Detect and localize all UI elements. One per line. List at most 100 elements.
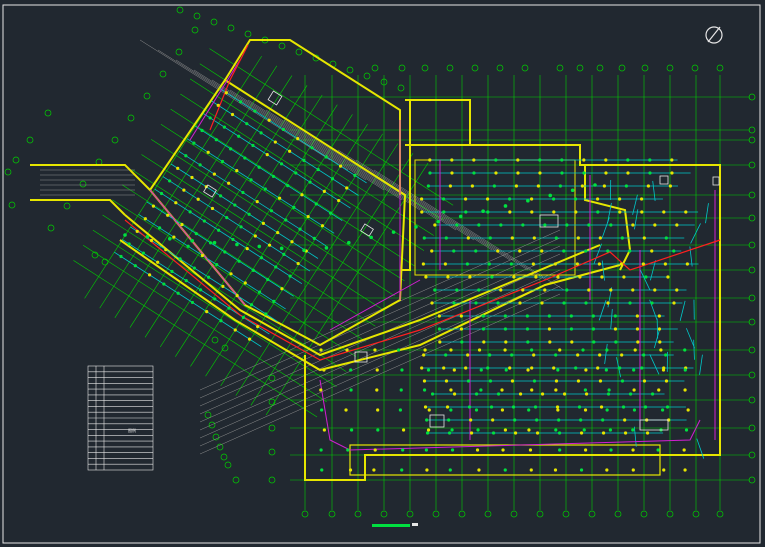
sprinkler-head: [626, 171, 630, 175]
sprinkler-head: [510, 236, 514, 240]
sprinkler-head: [646, 184, 650, 188]
sprinkler-head: [192, 266, 196, 270]
sprinkler-head: [543, 223, 547, 227]
sprinkler-head: [503, 468, 507, 472]
sprinkler-head: [213, 297, 217, 301]
sprinkler-head: [626, 158, 630, 162]
sprinkler-head: [449, 348, 453, 352]
sprinkler-head: [272, 299, 276, 303]
sprinkler-head: [476, 428, 480, 432]
sprinkler-head: [569, 327, 574, 331]
sprinkler-head: [469, 431, 474, 435]
sprinkler-head: [158, 226, 162, 230]
sprinkler-head: [259, 256, 264, 260]
sprinkler-head: [422, 388, 427, 392]
sprinkler-head: [657, 314, 661, 318]
sprinkler-head: [348, 468, 353, 472]
sprinkler-head: [194, 232, 198, 236]
sprinkler-head: [659, 348, 663, 352]
sprinkler-head: [491, 418, 495, 422]
sprinkler-head: [632, 368, 636, 372]
sprinkler-head: [665, 405, 670, 409]
sprinkler-head: [645, 431, 650, 435]
sprinkler-head: [243, 156, 247, 160]
sprinkler-head: [635, 327, 640, 331]
sprinkler-head: [479, 368, 483, 372]
sprinkler-head: [509, 262, 513, 266]
sprinkler-head: [251, 268, 255, 272]
sprinkler-head: [474, 408, 479, 412]
sprinkler-head: [245, 122, 249, 126]
sprinkler-head: [499, 223, 503, 227]
sprinkler-head: [425, 418, 429, 422]
sprinkler-head: [237, 259, 241, 263]
sprinkler-head: [554, 428, 558, 432]
sprinkler-head: [576, 379, 581, 383]
sprinkler-head: [675, 223, 679, 227]
sprinkler-head: [485, 197, 490, 201]
sprinkler-head: [661, 368, 666, 372]
sprinkler-head: [628, 392, 633, 396]
sprinkler-head: [235, 293, 239, 298]
sprinkler-head: [518, 392, 523, 396]
sprinkler-head: [609, 288, 613, 292]
sprinkler-head: [391, 230, 396, 234]
sprinkler-head: [212, 172, 216, 176]
sprinkler-head: [582, 428, 586, 432]
sprinkler-head: [529, 197, 534, 201]
sprinkler-head: [227, 181, 231, 185]
sprinkler-head: [496, 249, 500, 253]
sprinkler-head: [376, 428, 380, 432]
sprinkler-head: [430, 301, 434, 305]
sprinkler-head: [683, 468, 687, 472]
sprinkler-head: [444, 236, 448, 240]
sprinkler-head: [466, 236, 470, 240]
cad-viewport[interactable]: 图例: [0, 0, 765, 547]
sprinkler-head: [575, 262, 579, 266]
sprinkler-head: [663, 262, 667, 266]
sprinkler-head: [662, 210, 666, 214]
sprinkler-head: [170, 269, 174, 274]
sprinkler-head: [553, 468, 558, 472]
sprinkler-head: [455, 223, 459, 227]
sprinkler-head: [369, 235, 373, 240]
sprinkler-head: [437, 327, 442, 331]
sprinkler-head: [609, 223, 613, 227]
sprinkler-head: [200, 128, 204, 133]
sprinkler-head: [466, 379, 471, 383]
sprinkler-head: [324, 246, 329, 250]
sprinkler-head: [633, 348, 637, 352]
sprinkler-head: [249, 178, 253, 182]
sprinkler-head: [514, 184, 518, 188]
sprinkler-head: [205, 310, 209, 314]
sprinkler-head: [503, 327, 508, 331]
sprinkler-head: [288, 149, 292, 153]
sprinkler-head: [345, 186, 349, 190]
sprinkler-head: [668, 184, 672, 188]
sprinkler-head: [518, 249, 522, 253]
sprinkler-head: [490, 275, 494, 279]
sprinkler-head: [530, 366, 534, 370]
sprinkler-head: [397, 348, 401, 352]
sprinkler-head: [620, 236, 624, 240]
sprinkler-head: [172, 235, 176, 239]
sprinkler-head: [582, 158, 586, 162]
sprinkler-head: [249, 303, 254, 307]
sprinkler-head: [320, 408, 324, 412]
sprinkler-head: [243, 281, 247, 285]
sprinkler-head: [622, 275, 626, 279]
sprinkler-head: [219, 319, 223, 323]
sprinkler-head: [516, 171, 520, 175]
sprinkler-head: [595, 197, 600, 201]
sprinkler-head: [525, 314, 529, 318]
sprinkler-head: [251, 143, 255, 148]
sprinkler-head: [319, 448, 323, 452]
sprinkler-head: [437, 314, 441, 318]
sprinkler-head: [516, 158, 520, 162]
sprinkler-head: [656, 448, 660, 452]
sprinkler-head: [320, 468, 324, 472]
sprinkler-head: [452, 368, 456, 372]
sprinkler-head: [430, 392, 435, 396]
sprinkler-head: [565, 288, 569, 292]
sprinkler-head: [631, 468, 635, 472]
